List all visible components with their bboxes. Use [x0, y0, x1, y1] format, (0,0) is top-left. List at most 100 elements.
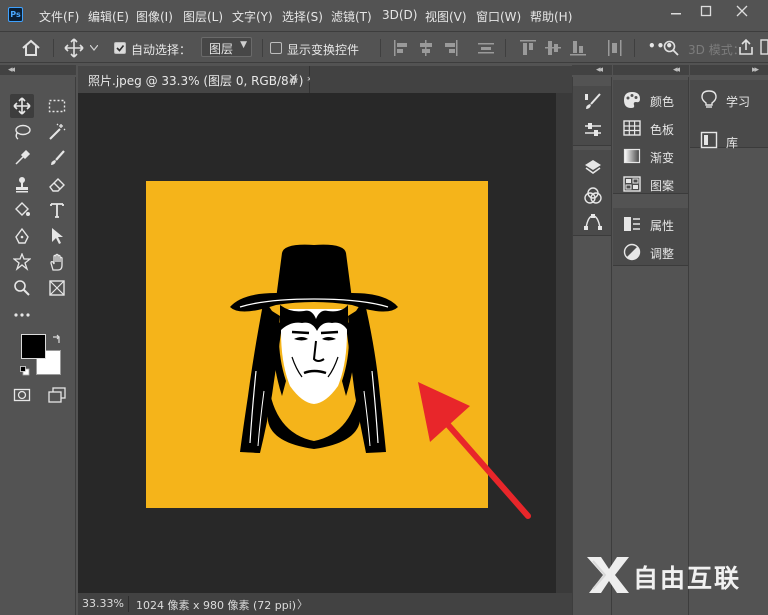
double-chevron-right-icon: ▸▸ — [752, 65, 759, 75]
chevron-down-icon: ▼ — [240, 40, 247, 50]
close-document-button[interactable]: × — [288, 71, 299, 86]
zoom-icon — [14, 280, 30, 296]
tool-path-selection[interactable] — [45, 224, 69, 248]
distribute-icon[interactable] — [478, 40, 494, 56]
panel-label-adjustments[interactable]: 调整 — [650, 245, 674, 262]
menu-help[interactable]: 帮助(H) — [530, 8, 572, 25]
tool-quick-mask[interactable] — [10, 383, 34, 407]
close-icon — [736, 5, 748, 17]
stamp-icon — [16, 177, 28, 193]
paths-icon[interactable] — [583, 212, 603, 232]
distribute-vertical-icon[interactable] — [608, 40, 622, 56]
default-colors-icon[interactable] — [20, 366, 30, 376]
panel-label-learn[interactable]: 学习 — [726, 93, 750, 110]
tool-move[interactable] — [10, 94, 34, 118]
tool-lasso[interactable] — [10, 120, 34, 144]
properties-icon[interactable] — [623, 215, 641, 233]
share-icon[interactable] — [738, 38, 754, 56]
toolbox-collapse-strip[interactable]: ◂◂ — [0, 65, 76, 75]
tool-type[interactable] — [45, 198, 69, 222]
channels-icon[interactable] — [583, 186, 603, 206]
workspace-icon[interactable] — [760, 38, 768, 56]
panel-collapse-strip-2[interactable]: ◂◂ — [613, 65, 689, 75]
panel-label-properties[interactable]: 属性 — [650, 217, 674, 234]
gradient-icon[interactable] — [623, 147, 641, 165]
move-tool-icon[interactable] — [64, 38, 84, 58]
adjustments-icon[interactable] — [623, 243, 641, 261]
lightbulb-icon[interactable] — [700, 89, 718, 109]
search-icon[interactable] — [663, 40, 679, 56]
align-left-icon[interactable] — [394, 40, 408, 56]
status-bar: 33.33% 1024 像素 x 980 像素 (72 ppi) 〉 — [78, 593, 572, 615]
arrow-pointer-icon — [52, 228, 63, 244]
menu-image[interactable]: 图像(I) — [136, 8, 173, 25]
palette-icon[interactable] — [623, 91, 641, 109]
panel-label-color[interactable]: 颜色 — [650, 93, 674, 110]
tool-frame[interactable] — [45, 276, 69, 300]
tool-zoom[interactable] — [10, 276, 34, 300]
auto-select-checkbox[interactable] — [114, 42, 126, 54]
panel-group-brushes — [573, 86, 611, 146]
menu-select[interactable]: 选择(S) — [282, 8, 323, 25]
align-bottom-icon[interactable] — [570, 40, 586, 56]
panel-learn-column: 学习 库 — [690, 77, 768, 615]
align-middle-icon[interactable] — [545, 40, 561, 56]
show-transform-checkbox[interactable] — [270, 42, 282, 54]
menu-layer[interactable]: 图层(L) — [183, 8, 223, 25]
tool-shape[interactable] — [10, 250, 34, 274]
align-top-icon[interactable] — [520, 40, 536, 56]
library-icon[interactable] — [700, 131, 718, 149]
menu-edit[interactable]: 编辑(E) — [88, 8, 129, 25]
chevron-right-icon[interactable]: 〉 — [297, 596, 308, 612]
menu-file[interactable]: 文件(F) — [39, 8, 79, 25]
tool-marquee[interactable] — [45, 94, 69, 118]
tool-presets-icon[interactable] — [583, 120, 603, 140]
tool-hand[interactable] — [45, 250, 69, 274]
vertical-scrollbar[interactable] — [556, 93, 572, 593]
panel-collapse-strip-3[interactable]: ▸▸ — [690, 65, 768, 75]
tool-screen-mode[interactable] — [45, 383, 69, 407]
grid-icon[interactable] — [623, 119, 641, 137]
watermark-text: 自由互联 — [633, 564, 742, 593]
panel-label-gradients[interactable]: 渐变 — [650, 149, 674, 166]
close-window-button[interactable] — [724, 0, 760, 22]
align-right-icon[interactable] — [444, 40, 458, 56]
tool-eyedropper[interactable] — [10, 146, 34, 170]
menu-filter[interactable]: 滤镜(T) — [331, 8, 372, 25]
options-bar: 自动选择： 图层 ▼ 显示变换控件 ••• 3D 模式： — [0, 31, 768, 63]
photoshop-logo: Ps — [8, 7, 23, 22]
pattern-icon[interactable] — [623, 175, 641, 193]
magic-wand-icon — [49, 123, 66, 140]
tool-more[interactable] — [10, 302, 34, 326]
restore-button[interactable] — [688, 0, 724, 22]
home-icon[interactable] — [21, 39, 41, 57]
align-center-icon[interactable] — [419, 40, 433, 56]
menu-view[interactable]: 视图(V) — [425, 8, 467, 25]
document-tab[interactable]: 照片.jpeg @ 33.3% (图层 0, RGB/8#) * × — [78, 66, 313, 93]
eraser-icon — [49, 178, 65, 192]
zoom-level[interactable]: 33.33% — [82, 597, 124, 610]
screen-mode-icon — [48, 387, 66, 403]
menu-3d[interactable]: 3D(D) — [382, 8, 417, 22]
panel-label-libraries[interactable]: 库 — [726, 134, 738, 151]
tool-paint-bucket[interactable] — [10, 198, 34, 222]
layers-icon[interactable] — [583, 158, 603, 178]
tool-brush[interactable] — [45, 146, 69, 170]
panel-label-swatches[interactable]: 色板 — [650, 121, 674, 138]
panel-collapse-strip-1[interactable]: ◂◂ — [572, 65, 612, 75]
menu-window[interactable]: 窗口(W) — [476, 8, 521, 25]
pen-icon — [15, 227, 29, 244]
tool-pen[interactable] — [10, 224, 34, 248]
quick-mask-icon — [13, 388, 31, 402]
tool-clone-stamp[interactable] — [10, 172, 34, 196]
auto-select-dropdown[interactable]: 图层 ▼ — [201, 37, 252, 57]
panel-label-patterns[interactable]: 图案 — [650, 177, 674, 194]
foreground-color-swatch[interactable] — [21, 334, 46, 359]
lasso-icon — [15, 124, 31, 140]
tool-magic-wand[interactable] — [45, 120, 69, 144]
menu-type[interactable]: 文字(Y) — [232, 8, 273, 25]
tool-eraser[interactable] — [45, 172, 69, 196]
swap-colors-icon[interactable] — [52, 334, 62, 344]
brush-settings-icon[interactable] — [583, 92, 603, 112]
chevron-down-icon[interactable] — [90, 45, 98, 51]
